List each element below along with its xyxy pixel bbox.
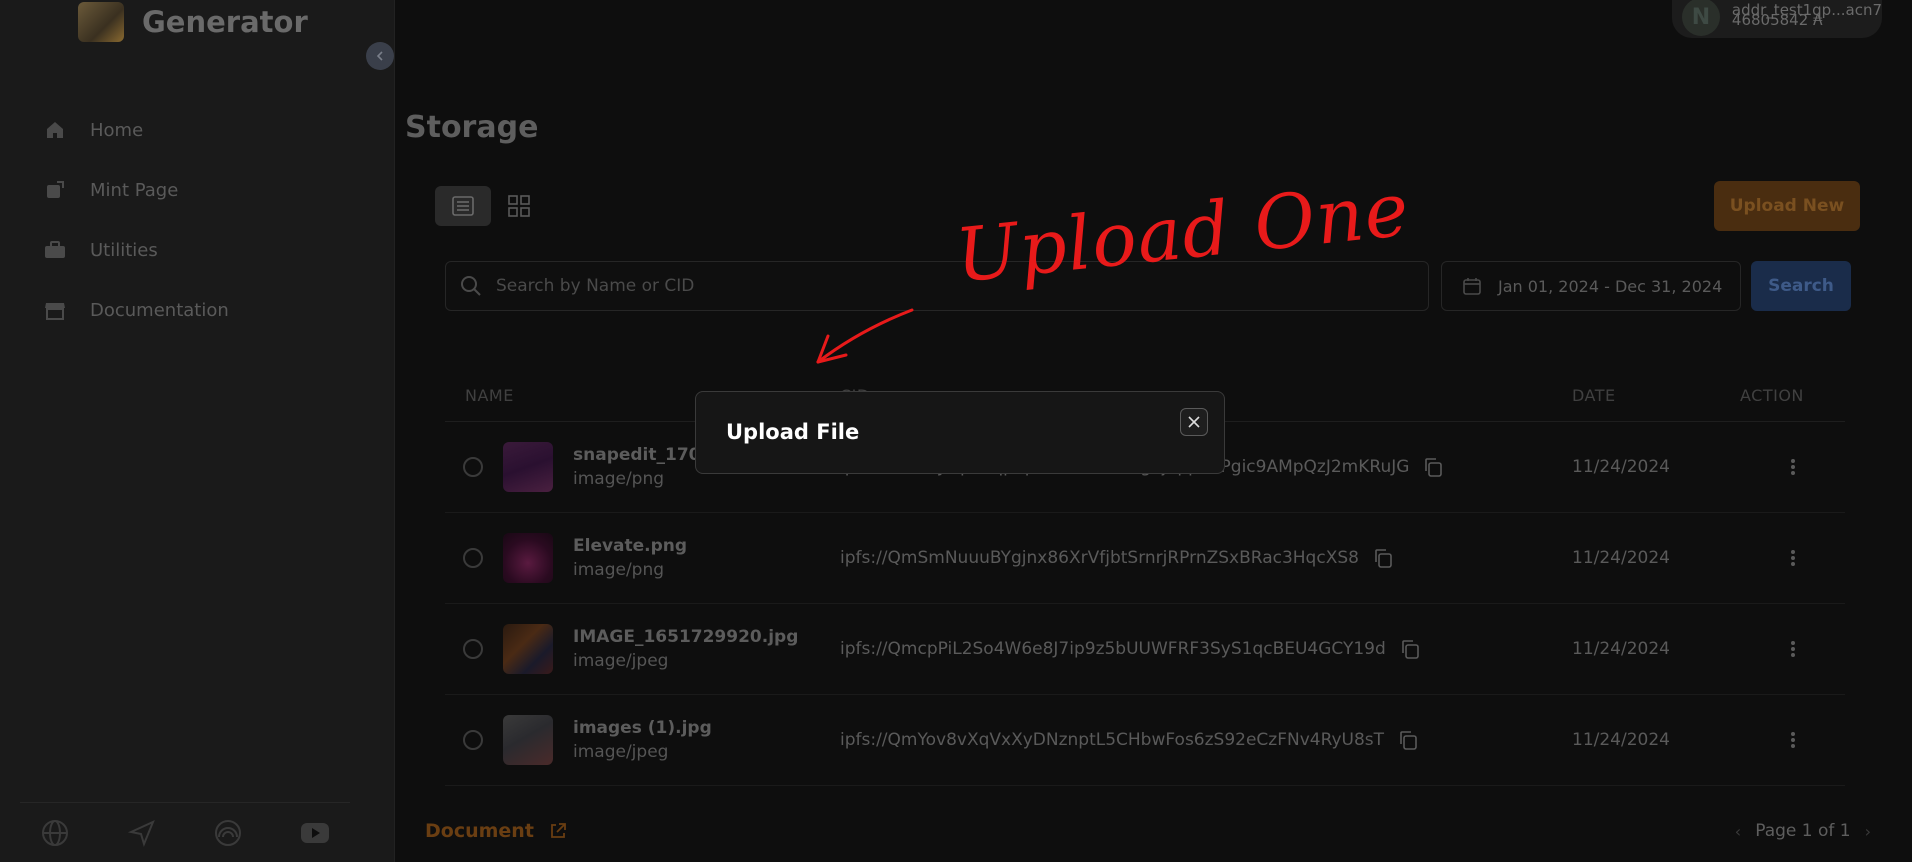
close-icon	[1188, 416, 1200, 428]
upload-file-modal: Upload File	[695, 391, 1225, 474]
modal-title: Upload File	[726, 420, 860, 444]
close-button[interactable]	[1180, 408, 1208, 436]
